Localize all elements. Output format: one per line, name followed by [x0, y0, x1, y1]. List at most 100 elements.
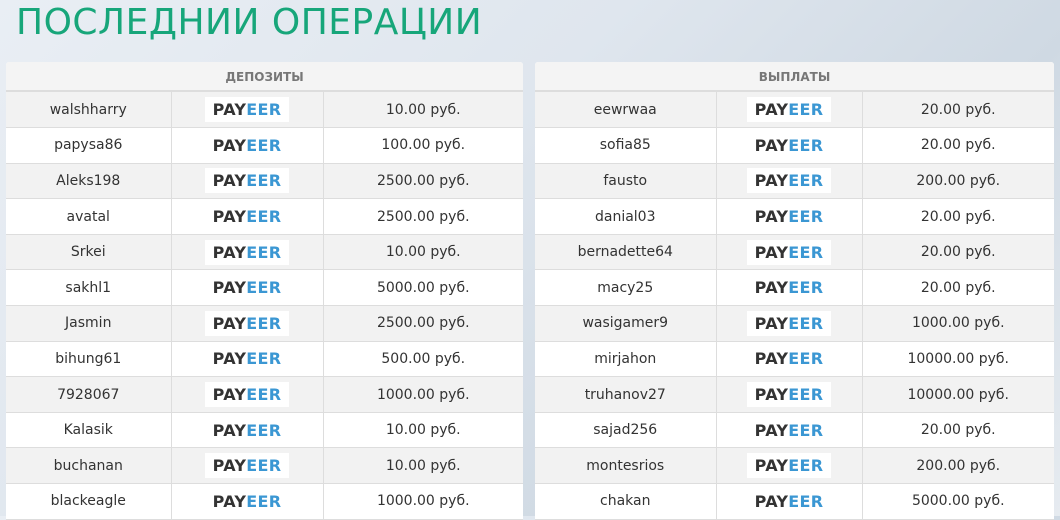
amount: 20.00 руб. [862, 412, 1054, 449]
logo-part: EER [246, 313, 282, 333]
table-row: sakhl1 PAYEER 5000.00 руб. [6, 269, 523, 307]
table-row: buchanan PAYEER 10.00 руб. [6, 447, 523, 485]
username: danial03 [535, 198, 717, 235]
username: Aleks198 [6, 163, 172, 200]
logo-part: EER [788, 349, 824, 369]
payment-method: PAYEER [716, 269, 863, 307]
logo-part: PAY [754, 278, 789, 298]
amount: 20.00 руб. [862, 269, 1054, 307]
logo-part: EER [246, 456, 282, 476]
logo-part: PAY [754, 100, 789, 120]
payeer-logo: PAYEER [746, 239, 832, 265]
table-row: bernadette64 PAYEER 20.00 руб. [535, 234, 1054, 271]
amount: 1000.00 руб. [323, 376, 523, 413]
logo-part: PAY [212, 420, 247, 440]
logo-part: PAY [754, 313, 789, 333]
deposits-header: ДЕПОЗИТЫ [6, 62, 523, 92]
username: mirjahon [535, 341, 717, 378]
amount: 200.00 руб. [862, 447, 1054, 485]
table-row: Srkei PAYEER 10.00 руб. [6, 234, 523, 271]
table-row: sofia85 PAYEER 20.00 руб. [535, 127, 1054, 164]
amount: 1000.00 руб. [862, 305, 1054, 342]
table-row: danial03 PAYEER 20.00 руб. [535, 198, 1054, 235]
username: wasigamer9 [535, 305, 717, 342]
payment-method: PAYEER [716, 127, 863, 164]
amount: 100.00 руб. [323, 127, 523, 164]
logo-part: EER [246, 171, 282, 191]
amount: 10.00 руб. [323, 92, 523, 129]
table-row: eewrwaa PAYEER 20.00 руб. [535, 92, 1054, 129]
payeer-logo: PAYEER [204, 488, 290, 514]
payeer-logo: PAYEER [746, 168, 832, 194]
logo-part: PAY [754, 491, 789, 511]
logo-part: EER [246, 349, 282, 369]
payment-method: PAYEER [716, 483, 863, 520]
username: montesrios [535, 447, 717, 485]
logo-part: PAY [212, 456, 247, 476]
withdrawals-header: ВЫПЛАТЫ [535, 62, 1054, 92]
logo-part: PAY [212, 313, 247, 333]
payment-method: PAYEER [171, 447, 324, 485]
logo-part: PAY [754, 242, 789, 262]
logo-part: PAY [212, 207, 247, 227]
logo-part: PAY [212, 385, 247, 405]
table-row: papysa86 PAYEER 100.00 руб. [6, 127, 523, 164]
payment-method: PAYEER [716, 163, 863, 200]
payeer-logo: PAYEER [204, 346, 290, 372]
username: blackeagle [6, 483, 172, 520]
amount: 2500.00 руб. [323, 305, 523, 342]
username: bernadette64 [535, 234, 717, 271]
payment-method: PAYEER [171, 412, 324, 449]
username: sajad256 [535, 412, 717, 449]
username: Jasmin [6, 305, 172, 342]
logo-part: EER [788, 135, 824, 155]
payeer-logo: PAYEER [204, 310, 290, 336]
username: macy25 [535, 269, 717, 307]
username: sakhl1 [6, 269, 172, 307]
table-row: macy25 PAYEER 20.00 руб. [535, 269, 1054, 307]
logo-part: PAY [212, 100, 247, 120]
payeer-logo: PAYEER [204, 204, 290, 230]
username: papysa86 [6, 127, 172, 164]
logo-part: EER [246, 135, 282, 155]
payment-method: PAYEER [171, 127, 324, 164]
username: fausto [535, 163, 717, 200]
payment-method: PAYEER [716, 92, 863, 129]
payment-method: PAYEER [171, 234, 324, 271]
table-row: walshharry PAYEER 10.00 руб. [6, 92, 523, 129]
logo-part: PAY [212, 349, 247, 369]
table-row: avatal PAYEER 2500.00 руб. [6, 198, 523, 235]
payeer-logo: PAYEER [204, 382, 290, 408]
payment-method: PAYEER [716, 376, 863, 413]
logo-part: PAY [754, 456, 789, 476]
payeer-logo: PAYEER [746, 97, 832, 123]
logo-part: PAY [212, 491, 247, 511]
payment-method: PAYEER [716, 234, 863, 271]
logo-part: EER [788, 420, 824, 440]
logo-part: EER [246, 207, 282, 227]
amount: 5000.00 руб. [862, 483, 1054, 520]
logo-part: EER [788, 171, 824, 191]
amount: 5000.00 руб. [323, 269, 523, 307]
payeer-logo: PAYEER [204, 97, 290, 123]
amount: 2500.00 руб. [323, 198, 523, 235]
username: walshharry [6, 92, 172, 129]
payment-method: PAYEER [171, 269, 324, 307]
table-row: wasigamer9 PAYEER 1000.00 руб. [535, 305, 1054, 342]
payeer-logo: PAYEER [204, 275, 290, 301]
amount: 20.00 руб. [862, 198, 1054, 235]
logo-part: EER [788, 456, 824, 476]
username: Srkei [6, 234, 172, 271]
logo-part: PAY [212, 135, 247, 155]
amount: 200.00 руб. [862, 163, 1054, 200]
payeer-logo: PAYEER [204, 132, 290, 158]
table-row: fausto PAYEER 200.00 руб. [535, 163, 1054, 200]
payment-method: PAYEER [171, 341, 324, 378]
table-row: mirjahon PAYEER 10000.00 руб. [535, 341, 1054, 378]
table-row: blackeagle PAYEER 1000.00 руб. [6, 483, 523, 520]
logo-part: PAY [754, 420, 789, 440]
table-row: Jasmin PAYEER 2500.00 руб. [6, 305, 523, 342]
table-row: sajad256 PAYEER 20.00 руб. [535, 412, 1054, 449]
logo-part: EER [788, 242, 824, 262]
logo-part: EER [246, 420, 282, 440]
